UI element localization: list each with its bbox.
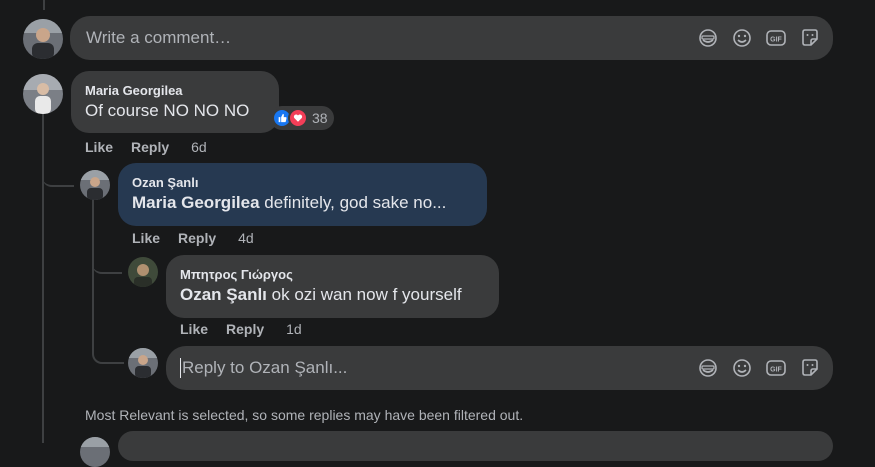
like-button[interactable]: Like	[180, 321, 208, 337]
reply-button[interactable]: Reply	[131, 139, 169, 155]
comment-actions: Like Reply 1d	[180, 321, 302, 337]
sticker-icon[interactable]	[799, 357, 821, 379]
comment-body: definitely, god sake no...	[259, 193, 447, 212]
avatar[interactable]	[128, 348, 158, 378]
sticker-icon[interactable]	[799, 27, 821, 49]
gif-icon[interactable]: GIF	[765, 357, 787, 379]
comment-author[interactable]: Ozan Şanlı	[132, 175, 473, 190]
thread-line-top	[43, 0, 45, 10]
comment-composer[interactable]: GIF	[70, 16, 833, 60]
thread-connector-2	[92, 252, 122, 274]
mention-link[interactable]: Ozan Şanlı	[180, 285, 267, 304]
text-cursor	[180, 358, 181, 378]
comment-text: Maria Georgilea definitely, god sake no.…	[132, 193, 473, 213]
reaction-summary[interactable]: 38	[270, 106, 334, 130]
thread-connector-1	[42, 163, 74, 187]
avatar[interactable]	[80, 170, 110, 200]
reply-input[interactable]	[180, 357, 697, 379]
svg-text:GIF: GIF	[770, 37, 782, 44]
comment-text: Ozan Şanlı ok ozi wan now f yourself	[180, 285, 485, 305]
reply-button[interactable]: Reply	[226, 321, 264, 337]
comment-author[interactable]: Μπητρος Γιώργος	[180, 267, 485, 282]
comment-text: Of course NO NO NO	[85, 101, 250, 120]
comment-actions: Like Reply 4d	[132, 230, 254, 246]
avatar[interactable]	[80, 437, 110, 467]
avatar[interactable]	[23, 74, 63, 114]
emoji-icon[interactable]	[731, 357, 753, 379]
sticker-face-icon[interactable]	[697, 357, 719, 379]
gif-icon[interactable]: GIF	[765, 27, 787, 49]
emoji-icon[interactable]	[731, 27, 753, 49]
timestamp[interactable]: 6d	[191, 139, 207, 155]
filter-note: Most Relevant is selected, so some repli…	[85, 407, 524, 423]
reply-button[interactable]: Reply	[178, 230, 216, 246]
love-reaction-icon	[288, 108, 308, 128]
avatar[interactable]	[23, 19, 63, 59]
reply-composer[interactable]: GIF	[166, 346, 833, 390]
avatar[interactable]	[128, 257, 158, 287]
comment-bubble-highlighted: Ozan Şanlı Maria Georgilea definitely, g…	[118, 163, 487, 226]
sticker-face-icon[interactable]	[697, 27, 719, 49]
timestamp[interactable]: 1d	[286, 321, 302, 337]
comment-bubble: Μπητρος Γιώργος Ozan Şanlı ok ozi wan no…	[166, 255, 499, 318]
thread-line-reply-1	[92, 200, 94, 352]
comment-body: ok ozi wan now f yourself	[266, 285, 462, 304]
like-button[interactable]: Like	[85, 139, 113, 155]
bottom-composer[interactable]	[118, 431, 833, 461]
like-button[interactable]: Like	[132, 230, 160, 246]
comment-input[interactable]	[84, 27, 697, 49]
svg-text:GIF: GIF	[770, 367, 782, 374]
timestamp[interactable]: 4d	[238, 230, 254, 246]
comment-author[interactable]: Maria Georgilea	[85, 83, 265, 98]
comment-bubble: Maria Georgilea Of course NO NO NO	[71, 71, 279, 133]
comment-actions: Like Reply 6d	[85, 139, 207, 155]
reaction-count: 38	[312, 110, 328, 126]
mention-link[interactable]: Maria Georgilea	[132, 193, 260, 212]
thread-connector-3	[92, 342, 124, 364]
